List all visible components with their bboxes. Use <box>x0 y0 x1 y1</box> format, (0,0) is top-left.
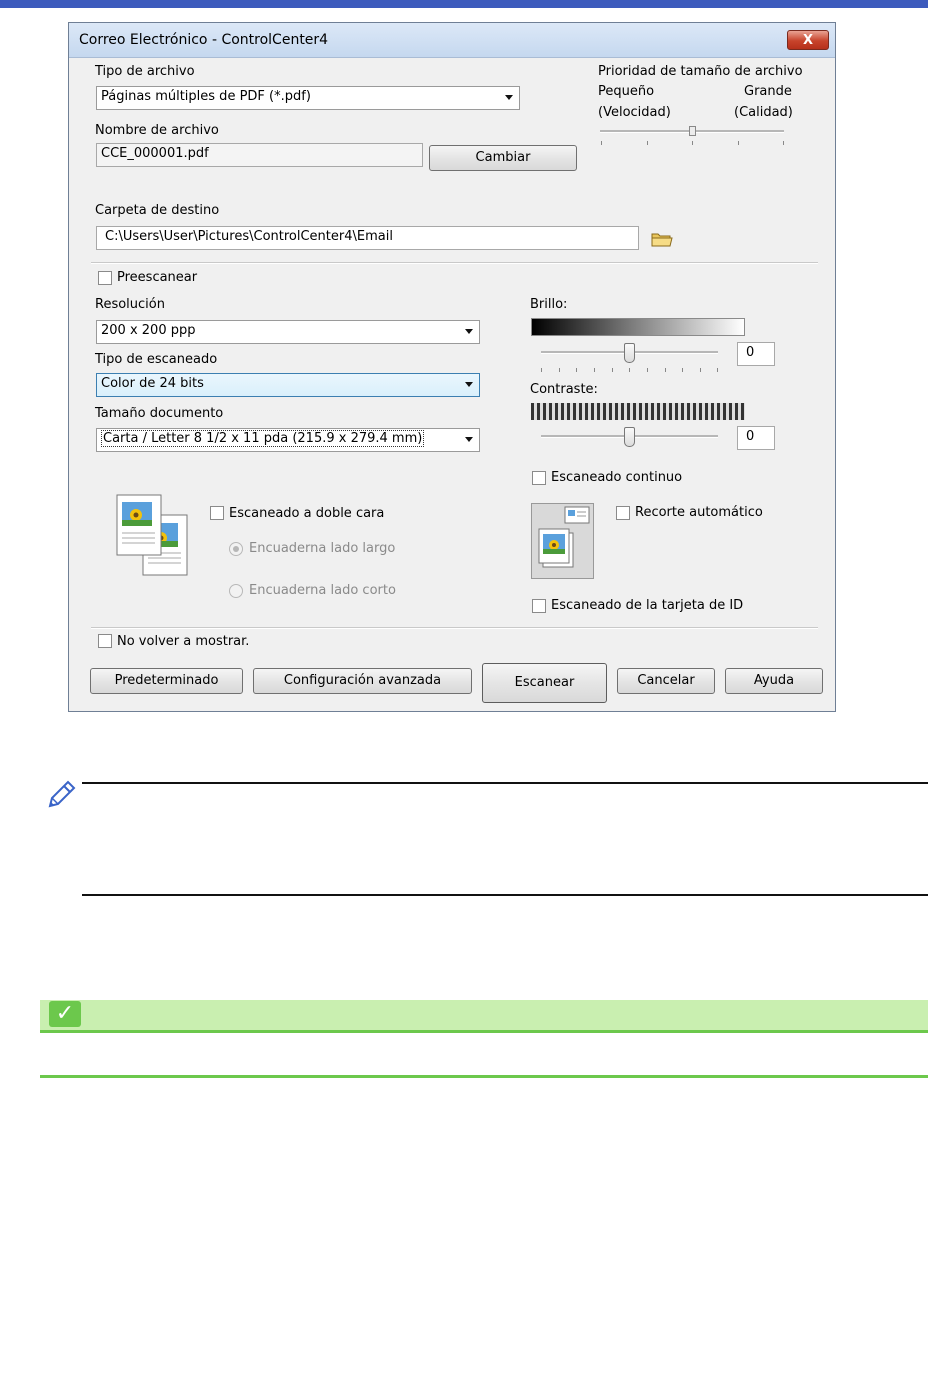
size-large-label: Grande <box>744 84 792 99</box>
related-info-top-rule <box>40 1030 928 1033</box>
tick <box>576 368 577 372</box>
related-info-bottom-rule <box>40 1075 928 1078</box>
prescan-label: Preescanear <box>117 270 198 285</box>
destination-label: Carpeta de destino <box>95 203 220 218</box>
duplex-label: Escaneado a doble cara <box>229 506 385 521</box>
chevron-down-icon <box>465 437 473 442</box>
size-small-label: Pequeño <box>598 84 655 99</box>
default-button[interactable]: Predeterminado <box>90 668 243 694</box>
scan-type-select[interactable]: Color de 24 bits <box>96 373 480 397</box>
document-size-value: Carta / Letter 8 1/2 x 11 pda (215.9 x 2… <box>101 430 425 447</box>
related-info-bar <box>40 1000 928 1030</box>
dont-show-checkbox[interactable] <box>98 634 112 648</box>
resolution-select[interactable]: 200 x 200 ppp <box>96 320 480 344</box>
file-name-label: Nombre de archivo <box>95 123 219 138</box>
duplex-checkbox[interactable] <box>210 506 224 520</box>
separator <box>91 627 818 629</box>
contrast-value[interactable]: 0 <box>737 426 775 450</box>
close-button[interactable]: X <box>787 30 829 50</box>
resolution-label: Resolución <box>95 297 165 312</box>
file-size-priority-label: Prioridad de tamaño de archivo <box>598 64 803 79</box>
size-small-sublabel: (Velocidad) <box>598 105 671 120</box>
scan-button[interactable]: Escanear <box>482 663 607 703</box>
file-type-label: Tipo de archivo <box>95 64 195 79</box>
tick <box>594 368 595 372</box>
title-bar: Correo Electrónico - ControlCenter4 X <box>69 23 835 58</box>
document-size-select[interactable]: Carta / Letter 8 1/2 x 11 pda (215.9 x 2… <box>96 428 480 452</box>
brightness-label: Brillo: <box>530 297 568 312</box>
continuous-scan-checkbox[interactable] <box>532 471 546 485</box>
short-edge-radio[interactable] <box>229 584 243 598</box>
note-top-rule <box>82 782 928 784</box>
contrast-pattern <box>531 403 745 420</box>
contrast-label: Contraste: <box>530 382 598 397</box>
tick <box>629 368 630 372</box>
long-edge-label: Encuaderna lado largo <box>249 541 396 556</box>
duplex-pages-icon <box>115 493 190 579</box>
auto-crop-label: Recorte automático <box>635 505 763 520</box>
change-button[interactable]: Cambiar <box>429 145 577 171</box>
destination-field[interactable]: C:\Users\User\Pictures\ControlCenter4\Em… <box>96 226 639 250</box>
tick <box>647 368 648 372</box>
tick <box>692 141 693 145</box>
long-edge-radio[interactable] <box>229 542 243 556</box>
scan-type-label: Tipo de escaneado <box>95 352 218 367</box>
auto-crop-icon <box>531 503 594 579</box>
tick <box>717 368 718 372</box>
continuous-scan-label: Escaneado continuo <box>551 470 683 485</box>
tick <box>783 141 784 145</box>
brightness-value[interactable]: 0 <box>737 342 775 366</box>
contrast-slider[interactable] <box>624 427 635 447</box>
id-card-label: Escaneado de la tarjeta de ID <box>551 598 744 613</box>
tick <box>612 368 613 372</box>
tick <box>601 141 602 145</box>
file-type-value: Páginas múltiples de PDF (*.pdf) <box>101 89 311 104</box>
tick <box>559 368 560 372</box>
pencil-icon <box>44 778 78 812</box>
email-scan-dialog: Correo Electrónico - ControlCenter4 X Ti… <box>68 22 836 712</box>
scan-type-value: Color de 24 bits <box>101 376 204 391</box>
tick <box>682 368 683 372</box>
document-size-label: Tamaño documento <box>95 406 224 421</box>
resolution-value: 200 x 200 ppp <box>101 323 196 338</box>
folder-icon[interactable] <box>650 229 674 249</box>
brightness-gradient <box>531 318 745 336</box>
dialog-title: Correo Electrónico - ControlCenter4 <box>79 32 329 48</box>
file-type-select[interactable]: Páginas múltiples de PDF (*.pdf) <box>96 86 520 110</box>
chevron-down-icon <box>465 382 473 387</box>
tick <box>541 368 542 372</box>
help-button[interactable]: Ayuda <box>725 668 823 694</box>
tick <box>738 141 739 145</box>
chevron-down-icon <box>465 329 473 334</box>
size-large-sublabel: (Calidad) <box>734 105 793 120</box>
chevron-down-icon <box>505 95 513 100</box>
page-top-bar <box>0 0 928 8</box>
id-card-checkbox[interactable] <box>532 599 546 613</box>
note-bottom-rule <box>82 894 928 896</box>
tick <box>665 368 666 372</box>
brightness-slider[interactable] <box>624 343 635 363</box>
size-priority-slider[interactable] <box>689 126 696 136</box>
tick <box>647 141 648 145</box>
file-name-field[interactable]: CCE_000001.pdf <box>96 143 423 167</box>
prescan-checkbox[interactable] <box>98 271 112 285</box>
short-edge-label: Encuaderna lado corto <box>249 583 396 598</box>
separator <box>91 262 818 264</box>
auto-crop-checkbox[interactable] <box>616 506 630 520</box>
tick <box>700 368 701 372</box>
dont-show-label: No volver a mostrar. <box>117 634 250 649</box>
advanced-settings-button[interactable]: Configuración avanzada <box>253 668 472 694</box>
cancel-button[interactable]: Cancelar <box>617 668 715 694</box>
checkmark-icon: ✓ <box>49 1001 81 1027</box>
